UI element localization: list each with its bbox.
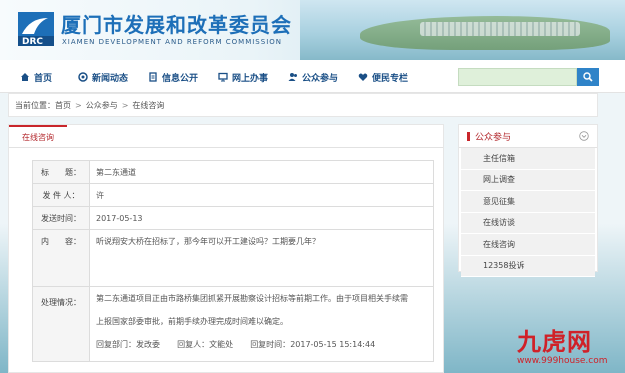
- document-icon: [149, 72, 157, 82]
- breadcrumb-link-participation[interactable]: 公众参与: [86, 100, 118, 111]
- table-row: 内 容： 听说翔安大桥在招标了，那今年可以开工建设吗？工期要几年？: [32, 229, 434, 287]
- reply-meta: 回复部门：发改委 回复人：文能处 回复时间：2017-05-15 15:14:4…: [96, 333, 427, 356]
- banner-city-image: [420, 22, 580, 36]
- logo-text: DRC: [22, 37, 43, 46]
- breadcrumb-current: 在线咨询: [132, 100, 165, 110]
- reply-person: 文能处: [209, 340, 234, 349]
- breadcrumb: 当前位置： 首页 > 公众参与 > 在线咨询: [8, 93, 598, 117]
- nav-item-home[interactable]: 首页: [20, 70, 52, 84]
- heart-icon: [358, 73, 368, 81]
- nav-item-participation[interactable]: 公众参与: [288, 70, 338, 84]
- tab-bar: 在线咨询: [9, 125, 443, 148]
- nav-label: 公众参与: [302, 73, 339, 84]
- sidebar-item-opinion-collection[interactable]: 意见征集: [461, 191, 595, 213]
- breadcrumb-link-home[interactable]: 首页: [55, 100, 71, 111]
- table-row: 发 件 人： 许: [32, 183, 434, 207]
- send-time-value: 2017-05-13: [89, 206, 434, 230]
- people-icon: [288, 73, 297, 81]
- monitor-icon: [218, 72, 228, 82]
- table-row: 标 题： 第二东通道: [32, 160, 434, 184]
- sidebar-item-complaint[interactable]: 12358投诉: [461, 255, 595, 277]
- sidebar-item-online-survey[interactable]: 网上调查: [461, 169, 595, 191]
- search-button[interactable]: [577, 68, 599, 86]
- content-value: 听说翔安大桥在招标了，那今年可以开工建设吗？工期要几年？: [89, 229, 434, 287]
- nav-item-online-service[interactable]: 网上办事: [218, 70, 268, 84]
- sidebar-header: 公众参与: [459, 125, 597, 148]
- title-label: 标 题：: [32, 160, 90, 184]
- reply-dept: 发改委: [136, 340, 160, 349]
- search-input[interactable]: [458, 68, 577, 86]
- reply-cell: 第二东通道项目正由市路桥集团抓紧开展勘察设计招标等前期工作。由于项目相关手续需 …: [89, 286, 434, 362]
- sidebar-item-online-interview[interactable]: 在线访谈: [461, 212, 595, 234]
- reply-label: 处理情况：: [32, 286, 90, 362]
- search-icon: [583, 72, 593, 82]
- nav-label: 首页: [34, 73, 53, 84]
- nav-item-convenience[interactable]: 便民专栏: [358, 70, 408, 84]
- reply-text-line-2: 上报国家部委审批，前期手续办理完成时间难以确定。: [96, 317, 288, 326]
- sidebar: 公众参与 主任信箱 网上调查 意见征集 在线访谈 在线咨询 12358投诉: [458, 124, 598, 277]
- nav-item-info[interactable]: 信息公开: [148, 70, 198, 84]
- consultation-table: 标 题： 第二东通道 发 件 人： 许 发送时间： 2017-05-13 内 容…: [32, 160, 434, 362]
- nav-label: 便民专栏: [372, 73, 409, 84]
- table-row: 处理情况： 第二东通道项目正由市路桥集团抓紧开展勘察设计招标等前期工作。由于项目…: [32, 286, 434, 362]
- header-banner: DRC 厦门市发展和改革委员会 XIAMEN DEVELOPMENT AND R…: [0, 0, 625, 60]
- drc-logo-icon: DRC: [18, 12, 54, 46]
- content-label: 内 容：: [32, 229, 90, 287]
- sidebar-item-director-mailbox[interactable]: 主任信箱: [461, 148, 595, 170]
- watermark-url: www.999house.com: [517, 356, 608, 366]
- watermark-logo-text: 九虎网: [517, 328, 592, 356]
- sender-value: 许: [89, 183, 434, 207]
- watermark: 九虎网 www.999house.com: [517, 322, 621, 372]
- breadcrumb-prefix: 当前位置：: [15, 100, 55, 110]
- sidebar-title: 公众参与: [475, 132, 512, 143]
- sender-label: 发 件 人：: [32, 183, 90, 207]
- home-icon: [21, 73, 29, 81]
- reply-person-label: 回复人：: [177, 340, 210, 349]
- title-value: 第二东通道: [89, 160, 434, 184]
- chevron-right-icon: >: [121, 100, 129, 110]
- tab-online-consultation[interactable]: 在线咨询: [9, 125, 67, 147]
- site-subtitle: XIAMEN DEVELOPMENT AND REFORM COMMISSION: [62, 38, 283, 46]
- reply-time-label: 回复时间：: [250, 340, 291, 349]
- nav-label: 新闻动态: [92, 73, 129, 84]
- nav-label: 信息公开: [162, 73, 199, 84]
- site-title: 厦门市发展和改革委员会: [61, 13, 292, 37]
- send-time-label: 发送时间：: [32, 206, 90, 230]
- reply-dept-label: 回复部门：: [96, 340, 136, 349]
- reply-time: 2017-05-15 15:14:44: [290, 340, 376, 349]
- sidebar-header-marker: [467, 131, 470, 141]
- consultation-panel: 在线咨询 标 题： 第二东通道 发 件 人： 许 发送时间： 2017-05-1…: [8, 124, 444, 373]
- chevron-down-icon[interactable]: [579, 131, 589, 141]
- nav-label: 网上办事: [232, 73, 269, 84]
- news-icon: [78, 72, 88, 82]
- sidebar-item-online-consultation[interactable]: 在线咨询: [461, 234, 595, 256]
- reply-text-line-1: 第二东通道项目正由市路桥集团抓紧开展勘察设计招标等前期工作。由于项目相关手续需: [96, 294, 408, 303]
- table-row: 发送时间： 2017-05-13: [32, 206, 434, 230]
- nav-item-news[interactable]: 新闻动态: [78, 70, 128, 84]
- main-nav: 首页 新闻动态 信息公开 网上办事 公众参与 便民专栏: [0, 60, 625, 93]
- chevron-right-icon: >: [75, 100, 82, 110]
